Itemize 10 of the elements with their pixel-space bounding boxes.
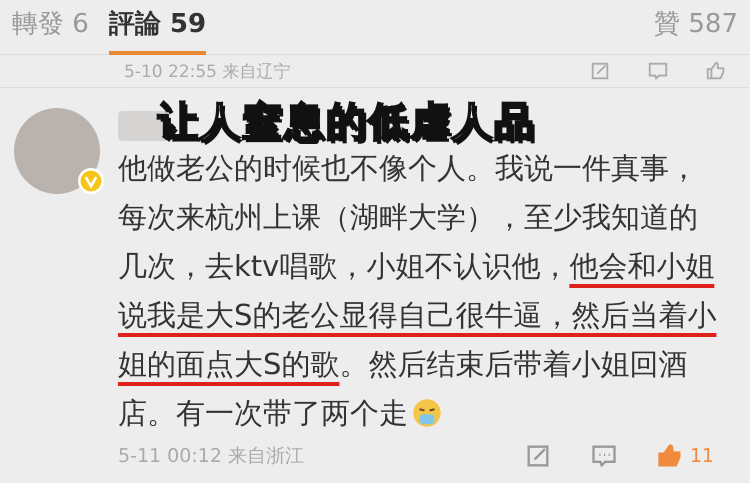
emoji-icon [412, 398, 442, 428]
comment-meta: 5-11 00:12 来自浙江 [118, 444, 304, 469]
like-button[interactable]: 11 [656, 442, 714, 470]
likes-tab[interactable]: 贊 587 [654, 0, 738, 54]
tab[interactable]: 轉發 6 [12, 0, 89, 54]
comment-text: 他做老公的时候也不像个人。我说一件真事，每次来杭州上课（湖畔大学），至少我知道的几次，去ktv唱歌，小姐不认识他，他会和小姐说我是大S的老公显得自己很牛逼，然后当着小姐的面点大S的歌。然后结束后带着小姐回酒店。有一次带了两个走 [118, 150, 718, 432]
tab[interactable]: 評論 59 [108, 0, 206, 54]
comment-icon[interactable] [646, 60, 670, 82]
overlay-caption: 让人窒息的低虐人品 [158, 98, 536, 147]
comment-meta: 5-10 22:55 来自辽宁 [124, 60, 290, 82]
